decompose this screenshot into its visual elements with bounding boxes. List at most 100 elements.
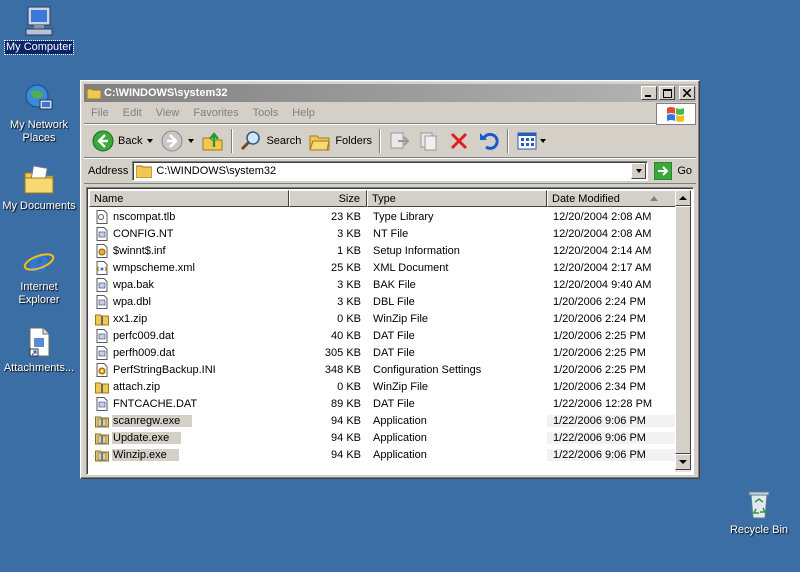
folders-button[interactable]: Folders xyxy=(305,127,376,155)
file-row[interactable]: Winzip.exe 94 KB Application 1/22/2006 9:06… xyxy=(89,446,677,463)
column-header-name[interactable]: Name xyxy=(89,190,289,207)
vertical-scrollbar[interactable] xyxy=(675,190,691,472)
menu-tools[interactable]: Tools xyxy=(246,107,286,119)
file-type: Application xyxy=(373,448,427,461)
file-name-cell[interactable]: xx1.zip xyxy=(89,312,289,326)
desktop-icon-attachments[interactable]: Attachments... xyxy=(1,325,77,375)
file-name-cell[interactable]: Update.exe xyxy=(89,431,289,445)
file-size: 94 KB xyxy=(331,414,361,427)
go-button[interactable]: Go xyxy=(654,162,692,180)
file-type: WinZip File xyxy=(373,380,429,393)
forward-arrow-icon xyxy=(161,130,183,152)
undo-button[interactable] xyxy=(474,127,504,155)
forward-dropdown-icon[interactable] xyxy=(188,139,195,143)
file-row[interactable]: PerfStringBackup.INI 348 KB Configuration … xyxy=(89,361,677,378)
menu-edit[interactable]: Edit xyxy=(116,107,149,119)
file-name-cell[interactable]: perfc009.dat xyxy=(89,328,289,343)
internet-explorer-icon: e xyxy=(22,244,56,280)
file-size: 3 KB xyxy=(337,295,361,308)
file-date-modified: 1/20/2006 2:24 PM xyxy=(553,312,646,325)
toolbar-separator xyxy=(379,129,382,153)
search-button[interactable]: Search xyxy=(236,127,305,155)
column-header-type[interactable]: Type xyxy=(367,190,547,207)
up-button[interactable] xyxy=(198,127,228,155)
file-name: PerfStringBackup.INI xyxy=(113,363,216,376)
file-row[interactable]: CONFIG.NT 3 KB NT File 12/20/2004 2:08 AM xyxy=(89,225,677,242)
file-name: Update.exe xyxy=(112,431,182,444)
file-row[interactable]: FNTCACHE.DAT 89 KB DAT File 1/22/2006 12:28… xyxy=(89,395,677,412)
title-bar[interactable]: C:\WINDOWS\system32 xyxy=(84,84,696,102)
file-row[interactable]: Update.exe 94 KB Application 1/22/2006 9:06… xyxy=(89,429,677,446)
address-dropdown-button[interactable] xyxy=(631,163,647,179)
copy-to-button[interactable] xyxy=(414,127,444,155)
views-button[interactable] xyxy=(512,127,550,155)
file-rows: nscompat.tlb 23 KB Type Library 12/20/2004 … xyxy=(89,208,677,463)
file-row[interactable]: wpa.dbl 3 KB DBL File 1/20/2006 2:24 PM xyxy=(89,293,677,310)
back-button[interactable]: Back xyxy=(88,127,157,155)
column-header-date-modified[interactable]: Date Modified xyxy=(547,190,677,207)
views-dropdown-icon[interactable] xyxy=(540,139,547,143)
column-header-size[interactable]: Size xyxy=(289,190,367,207)
menu-favorites[interactable]: Favorites xyxy=(186,107,245,119)
file-size: 1 KB xyxy=(337,244,361,257)
file-name-cell[interactable]: attach.zip xyxy=(89,380,289,394)
file-name: wmpscheme.xml xyxy=(113,261,195,274)
folders-icon xyxy=(309,135,330,151)
file-name-cell[interactable]: wpa.bak xyxy=(89,277,289,292)
explorer-window: C:\WINDOWS\system32 File Edit View Favor… xyxy=(80,80,700,479)
menu-file[interactable]: File xyxy=(84,107,116,119)
file-row[interactable]: xx1.zip 0 KB WinZip File 1/20/2006 2:24 PM xyxy=(89,310,677,327)
file-name-cell[interactable]: CONFIG.NT xyxy=(89,226,289,241)
file-list-view[interactable]: Name Size Type Date Modified nscompat.tl… xyxy=(86,187,694,475)
desktop-icon-recycle-bin[interactable]: Recycle Bin xyxy=(721,487,797,537)
file-row[interactable]: attach.zip 0 KB WinZip File 1/20/2006 2:34 … xyxy=(89,378,677,395)
desktop-icon-my-documents[interactable]: My Documents xyxy=(1,163,77,213)
file-row[interactable]: $winnt$.inf 1 KB Setup Information 12/20/20… xyxy=(89,242,677,259)
file-name-cell[interactable]: FNTCACHE.DAT xyxy=(89,396,289,411)
file-row[interactable]: perfc009.dat 40 KB DAT File 1/20/2006 2:25 … xyxy=(89,327,677,344)
forward-button[interactable] xyxy=(157,127,198,155)
window-title: C:\WINDOWS\system32 xyxy=(104,87,228,99)
file-row[interactable]: wpa.bak 3 KB BAK File 12/20/2004 9:40 AM xyxy=(89,276,677,293)
move-to-button[interactable] xyxy=(384,127,414,155)
file-name-cell[interactable]: scanregw.exe xyxy=(89,414,289,428)
close-button[interactable] xyxy=(679,86,695,100)
file-name: nscompat.tlb xyxy=(113,210,176,223)
scroll-down-button[interactable] xyxy=(675,454,691,470)
minimize-button[interactable] xyxy=(641,86,657,100)
file-row[interactable]: wmpscheme.xml 25 KB XML Document 12/20/2004… xyxy=(89,259,677,276)
address-input[interactable]: C:\WINDOWS\system32 xyxy=(132,161,649,181)
menu-help[interactable]: Help xyxy=(285,107,322,119)
file-type: Configuration Settings xyxy=(373,363,482,376)
file-row[interactable]: perfh009.dat 305 KB DAT File 1/20/2006 2:25… xyxy=(89,344,677,361)
menu-view[interactable]: View xyxy=(149,107,187,119)
file-name-cell[interactable]: nscompat.tlb xyxy=(89,209,289,224)
maximize-button[interactable] xyxy=(659,86,675,100)
desktop-icon-internet-explorer[interactable]: e Internet Explorer xyxy=(1,244,77,307)
file-name-cell[interactable]: wpa.dbl xyxy=(89,294,289,309)
file-name-cell[interactable]: $winnt$.inf xyxy=(89,243,289,258)
file-name-cell[interactable]: PerfStringBackup.INI xyxy=(89,362,289,377)
file-icon xyxy=(95,345,109,360)
desktop-icon-my-computer[interactable]: My Computer xyxy=(1,4,77,55)
file-name-cell[interactable]: perfh009.dat xyxy=(89,345,289,360)
scroll-up-button[interactable] xyxy=(675,190,691,206)
file-name-cell[interactable]: wmpscheme.xml xyxy=(89,260,289,275)
scroll-thumb[interactable] xyxy=(675,206,691,454)
desktop-icon-my-network-places[interactable]: My Network Places xyxy=(1,82,77,145)
file-name-cell[interactable]: Winzip.exe xyxy=(89,448,289,462)
file-type: Application xyxy=(373,414,427,427)
file-name: perfh009.dat xyxy=(113,346,175,359)
move-to-icon xyxy=(390,132,410,149)
file-row[interactable]: nscompat.tlb 23 KB Type Library 12/20/2004 … xyxy=(89,208,677,225)
delete-button[interactable] xyxy=(444,127,474,155)
xml-icon xyxy=(95,260,109,275)
back-dropdown-icon[interactable] xyxy=(147,139,154,143)
file-name: CONFIG.NT xyxy=(113,227,174,240)
file-date-modified: 1/20/2006 2:25 PM xyxy=(553,363,646,376)
file-icon xyxy=(95,226,109,241)
file-row[interactable]: scanregw.exe 94 KB Application 1/22/2006 9:… xyxy=(89,412,677,429)
file-name: FNTCACHE.DAT xyxy=(113,397,198,410)
delete-x-icon xyxy=(450,132,468,150)
column-header-row: Name Size Type Date Modified xyxy=(89,190,677,207)
